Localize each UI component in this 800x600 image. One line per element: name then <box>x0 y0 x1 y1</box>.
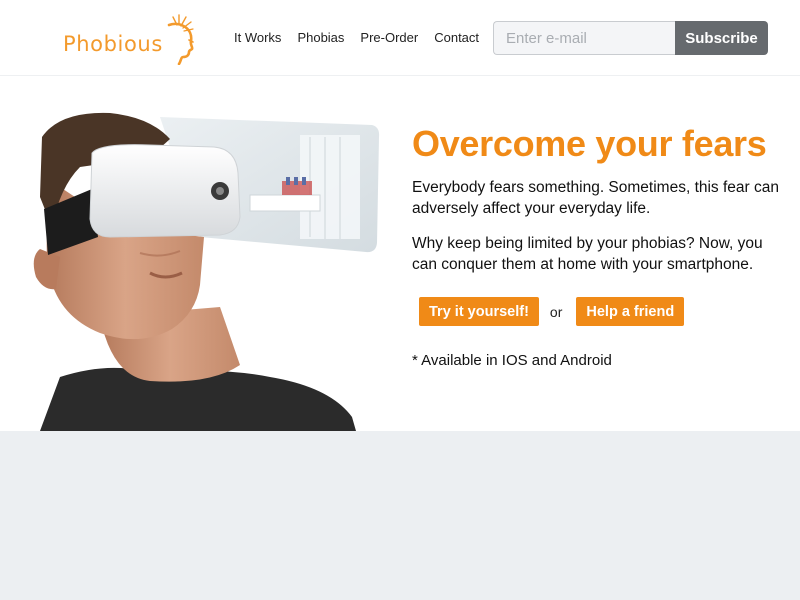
lower-section <box>0 431 800 600</box>
subscribe-form: Subscribe <box>493 21 768 55</box>
nav-item-pre-order[interactable]: Pre-Order <box>360 30 418 48</box>
hero-title: Overcome your fears <box>412 123 767 164</box>
hero-content: Overcome your fears Everybody fears some… <box>412 123 782 369</box>
brand-name: Phobious <box>63 32 163 56</box>
try-it-yourself-button[interactable]: Try it yourself! <box>419 297 539 326</box>
man-wearing-vr-headset-photo <box>33 112 380 431</box>
email-field[interactable] <box>493 21 675 55</box>
cta-separator: or <box>549 303 563 320</box>
nav-item-it-works[interactable]: It Works <box>234 30 281 48</box>
nav-item-phobias[interactable]: Phobias <box>297 30 344 48</box>
cta-row: Try it yourself! or Help a friend <box>419 297 782 326</box>
head-profile-sunburst-icon <box>167 14 194 65</box>
nav-item-contact[interactable]: Contact <box>434 30 479 48</box>
brand-logo[interactable]: Phobious <box>63 13 198 65</box>
main-nav: It Works Phobias Pre-Order Contact <box>234 30 495 48</box>
site-header: Phobious It Works Phobias Pre-Order Cont… <box>0 0 800 76</box>
hero-paragraph-1: Everybody fears something. Sometimes, th… <box>412 179 779 217</box>
help-a-friend-button[interactable]: Help a friend <box>576 297 685 326</box>
subscribe-button[interactable]: Subscribe <box>675 21 768 55</box>
hero-paragraph-2: Why keep being limited by your phobias? … <box>412 235 763 273</box>
availability-note: * Available in IOS and Android <box>412 352 612 369</box>
hero-section: Overcome your fears Everybody fears some… <box>0 77 800 431</box>
